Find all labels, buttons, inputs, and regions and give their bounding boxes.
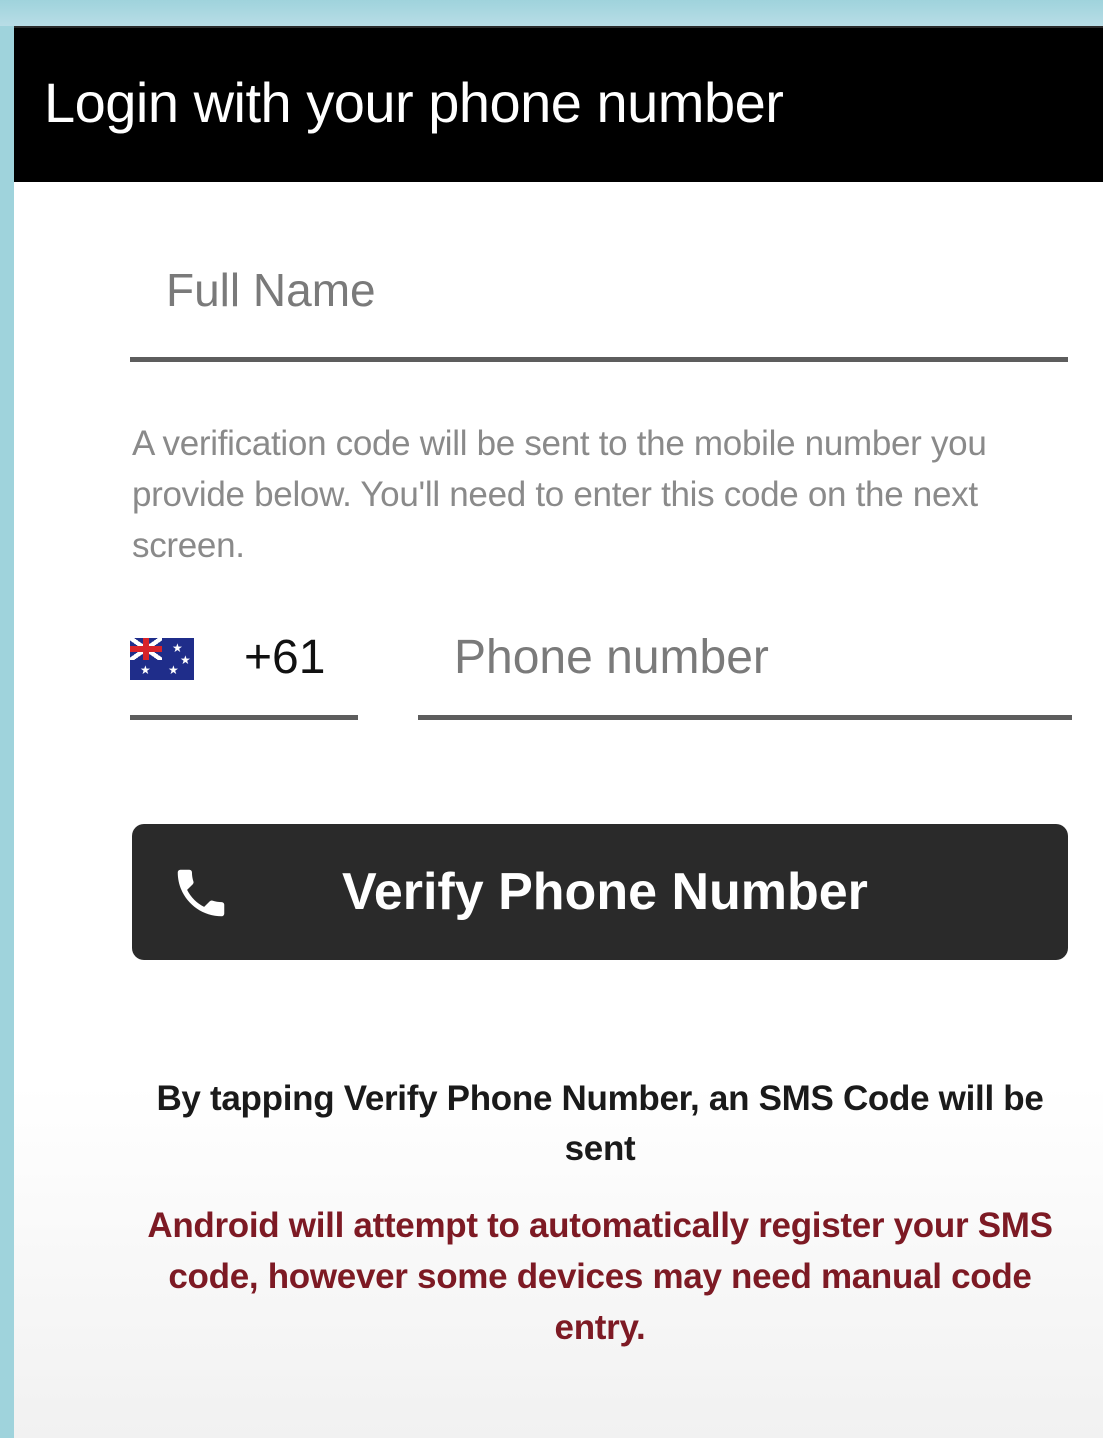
full-name-input[interactable] (130, 222, 1068, 362)
sms-disclaimer: By tapping Verify Phone Number, an SMS C… (156, 1079, 1044, 1168)
dial-code: +61 (244, 631, 326, 684)
verification-helper-text: A verification code will be sent to the … (132, 424, 987, 565)
verify-button-label: Verify Phone Number (342, 863, 868, 921)
verify-phone-number-button[interactable]: Verify Phone Number (132, 824, 1068, 960)
phone-number-field (418, 600, 1072, 720)
country-code-picker[interactable]: ★ ★ ★ ★ +61 (130, 600, 358, 720)
full-name-field (130, 222, 1068, 372)
page-title: Login with your phone number (44, 71, 784, 134)
android-auto-register-note: Android will attempt to automatically re… (147, 1206, 1053, 1347)
window-frame (0, 0, 1103, 26)
phone-number-input[interactable] (418, 600, 1072, 720)
australia-flag-icon: ★ ★ ★ ★ (130, 638, 194, 680)
login-screen: Login with your phone number A verificat… (14, 26, 1103, 1438)
app-bar: Login with your phone number (14, 26, 1103, 182)
phone-icon (177, 869, 225, 917)
